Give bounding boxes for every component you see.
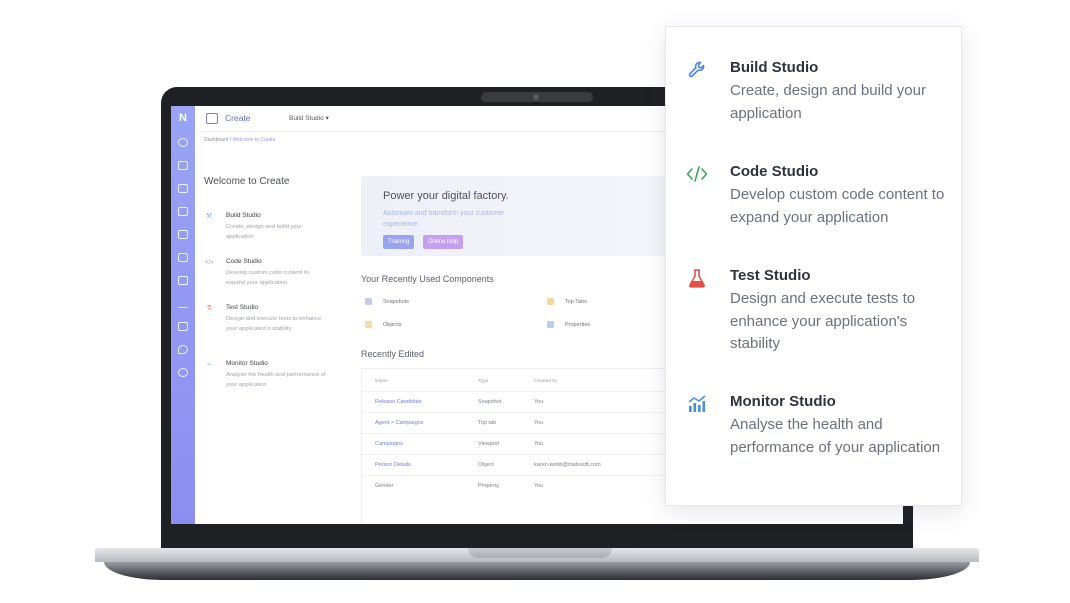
component-label: Snapshots bbox=[383, 299, 409, 305]
recently-edited-title: Recently Edited bbox=[361, 349, 425, 359]
table-row-type: Object bbox=[478, 462, 494, 468]
card-title: Code Studio bbox=[730, 163, 819, 180]
wrench-icon: ⚒ bbox=[205, 213, 213, 220]
column-header-created-by: Created by bbox=[534, 379, 558, 384]
row-divider bbox=[362, 475, 692, 476]
component-objects[interactable]: Objects bbox=[365, 321, 402, 328]
hero-subtitle: Automate and transform your customer exp… bbox=[383, 210, 505, 228]
component-top-tabs[interactable]: Top Tabs bbox=[547, 298, 587, 305]
card-title: Build Studio bbox=[730, 59, 819, 76]
table-row-created-by: You bbox=[534, 441, 544, 447]
recent-components-title: Your Recently Used Components bbox=[361, 274, 494, 284]
studio-desc: Create, design and build your applicatio… bbox=[226, 224, 302, 240]
table-row-name[interactable]: Gender bbox=[375, 483, 393, 489]
camera-icon bbox=[533, 94, 539, 100]
training-button[interactable]: Training bbox=[383, 235, 415, 249]
studio-name: Build Studio bbox=[226, 212, 261, 219]
card-desc: Analyse the health and performance of yo… bbox=[730, 416, 941, 456]
table-row-created-by: You bbox=[534, 483, 544, 489]
card-title: Test Studio bbox=[730, 267, 811, 284]
studio-desc: Analyse the health and performance of yo… bbox=[226, 372, 326, 388]
studio-name: Test Studio bbox=[226, 304, 259, 311]
row-divider bbox=[362, 412, 692, 413]
create-logo-icon bbox=[206, 113, 218, 124]
card-title: Monitor Studio bbox=[730, 393, 836, 410]
code-icon bbox=[686, 166, 708, 182]
studio-selector[interactable]: Build Studio ▾ bbox=[289, 114, 329, 122]
component-properties[interactable]: Properties bbox=[547, 321, 591, 328]
component-label: Objects bbox=[383, 322, 402, 328]
laptop-lip bbox=[468, 548, 612, 558]
table-row-name[interactable]: Person Details bbox=[375, 462, 411, 468]
breadcrumb-separator: / bbox=[229, 137, 232, 143]
table-row-type: Top tab bbox=[478, 420, 497, 426]
flask-icon: ⚗ bbox=[205, 305, 213, 312]
app-name[interactable]: Create bbox=[225, 113, 251, 123]
table-row-type: Snapshot bbox=[478, 399, 502, 405]
monitor-icon[interactable] bbox=[178, 207, 188, 216]
card-desc: Develop custom code content to expand yo… bbox=[730, 186, 945, 226]
app-rail: N bbox=[171, 106, 195, 524]
card-desc: Design and execute tests to enhance your… bbox=[730, 290, 916, 352]
table-row-type: Viewport bbox=[478, 441, 500, 447]
image-icon[interactable] bbox=[178, 253, 188, 262]
row-divider bbox=[362, 391, 692, 392]
online-help-button[interactable]: Online help bbox=[423, 235, 464, 249]
breadcrumb-home[interactable]: Dashboard bbox=[204, 137, 228, 143]
table-row-created-by: karen.webb@matssoft.com bbox=[534, 462, 601, 468]
hero-title: Power your digital factory. bbox=[383, 190, 509, 202]
table-row-name[interactable]: Agent > Campaigns bbox=[375, 420, 423, 426]
hero-banner: Power your digital factory. Automate and… bbox=[361, 176, 691, 256]
camera-notch bbox=[481, 92, 593, 102]
code-icon: </> bbox=[205, 260, 214, 266]
component-snapshots[interactable]: Snapshots bbox=[365, 298, 409, 305]
app-logo[interactable]: N bbox=[171, 110, 195, 126]
snapshot-icon bbox=[365, 298, 372, 305]
column-header-name: Name bbox=[375, 379, 388, 384]
card-desc: Create, design and build your applicatio… bbox=[730, 82, 926, 122]
table-row-type: Property bbox=[478, 483, 499, 489]
column-header-type: Type bbox=[478, 379, 489, 384]
swap-icon[interactable] bbox=[178, 299, 188, 308]
component-label: Properties bbox=[565, 322, 591, 328]
table-row-name[interactable]: Release Candidate bbox=[375, 399, 422, 405]
chat-icon[interactable] bbox=[178, 230, 188, 239]
book-icon[interactable] bbox=[178, 276, 188, 285]
row-divider bbox=[362, 433, 692, 434]
page-title: Welcome to Create bbox=[204, 176, 290, 187]
studio-desc: Design and execute tests to enhance your… bbox=[226, 316, 322, 332]
row-divider bbox=[362, 454, 692, 455]
database-icon[interactable] bbox=[178, 161, 188, 170]
location-icon[interactable] bbox=[178, 345, 188, 354]
home-icon[interactable] bbox=[178, 138, 188, 147]
component-label: Top Tabs bbox=[565, 299, 587, 305]
table-row-created-by: You bbox=[534, 420, 544, 426]
chart-icon: ≈ bbox=[207, 361, 211, 368]
settings-icon[interactable] bbox=[178, 368, 188, 377]
studio-name: Code Studio bbox=[226, 258, 262, 265]
monitor-icon bbox=[547, 298, 554, 305]
studio-overview-card: Build Studio Create, design and build yo… bbox=[665, 26, 962, 506]
laptop-base-bottom bbox=[104, 562, 970, 580]
branch-icon[interactable] bbox=[178, 184, 188, 193]
wrench-icon bbox=[688, 61, 705, 78]
property-icon bbox=[547, 321, 554, 328]
flask-icon bbox=[689, 269, 705, 288]
breadcrumb-current: Welcome to Create bbox=[232, 137, 276, 143]
studio-name: Monitor Studio bbox=[226, 360, 268, 367]
chart-icon bbox=[688, 395, 706, 412]
table-row-created-by: You bbox=[534, 399, 544, 405]
lock-icon[interactable] bbox=[178, 322, 188, 331]
table-row-name[interactable]: Campaigns bbox=[375, 441, 403, 447]
studio-desc: Develop custom code content to expand yo… bbox=[226, 270, 309, 286]
object-icon bbox=[365, 321, 372, 328]
breadcrumb: Dashboard / Welcome to Create bbox=[204, 137, 275, 143]
recently-edited-table: Name Type Created by Release Candidate S… bbox=[361, 368, 692, 524]
